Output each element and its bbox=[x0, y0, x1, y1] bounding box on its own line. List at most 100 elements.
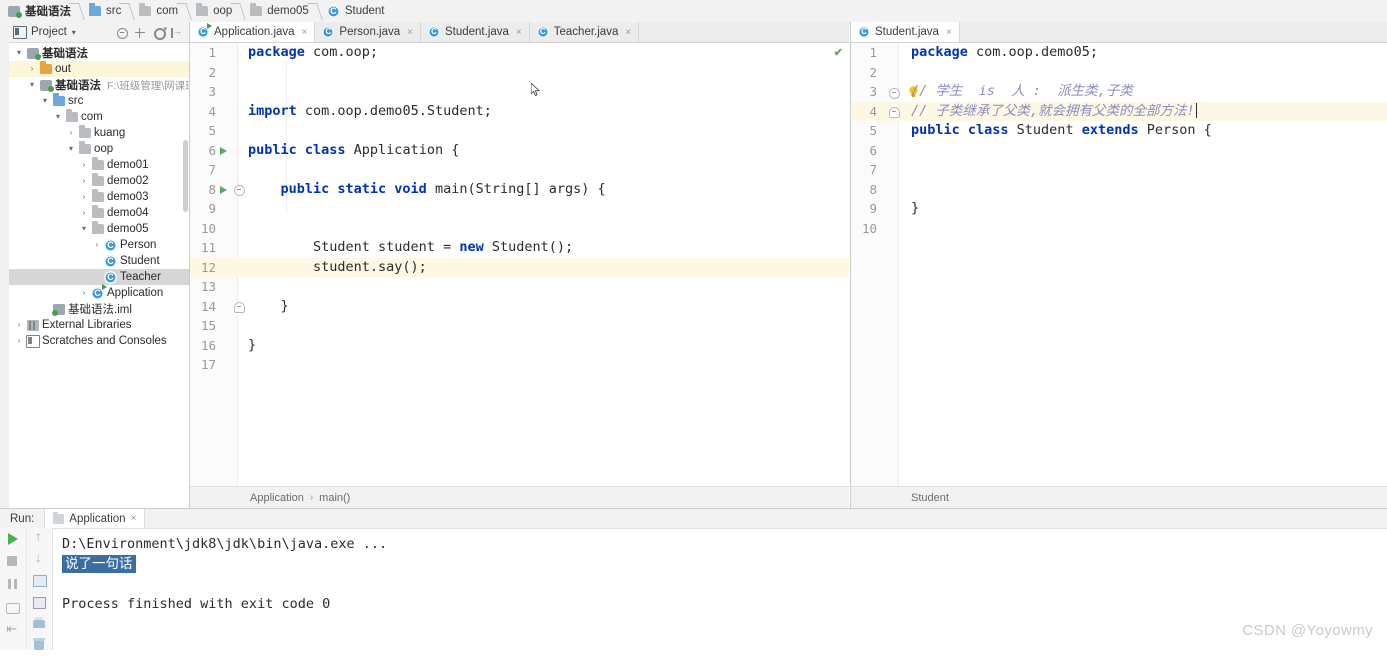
code-area-right[interactable]: 1 package com.oop.demo05; 2 3 // 学生 is 人 : 派… bbox=[851, 43, 1387, 487]
clear-all-icon[interactable] bbox=[32, 637, 47, 651]
tree-item-External Libraries[interactable]: › External Libraries bbox=[9, 317, 189, 333]
chevron-right-icon[interactable]: › bbox=[13, 317, 25, 333]
editor-tab-Application.java[interactable]: Application.java × bbox=[190, 22, 316, 42]
console-output[interactable]: D:\Environment\jdk8\jdk\bin\java.exe ...… bbox=[52, 528, 1387, 656]
breadcrumb-item-src[interactable]: src bbox=[81, 0, 131, 22]
code-line[interactable]: 5 bbox=[190, 121, 849, 141]
code-line[interactable]: 16} bbox=[190, 336, 849, 356]
code-line[interactable]: 2 bbox=[190, 63, 849, 83]
code-line[interactable]: 9} bbox=[851, 199, 1387, 219]
tree-item-demo01[interactable]: › demo01 bbox=[9, 157, 189, 173]
breadcrumb-class[interactable]: Application bbox=[250, 492, 304, 504]
code-line[interactable]: 17 bbox=[190, 355, 849, 375]
code-line[interactable]: 12 student.say(); bbox=[190, 257, 849, 277]
editor-breadcrumb-right[interactable]: Student bbox=[851, 486, 1387, 508]
tree-item-src[interactable]: ▾ src bbox=[9, 93, 189, 109]
chevron-right-icon[interactable]: › bbox=[39, 301, 51, 317]
scroll-up-icon[interactable] bbox=[32, 528, 47, 544]
collapse-all-icon[interactable] bbox=[116, 27, 128, 39]
code-line[interactable]: 9 bbox=[190, 199, 849, 219]
inspection-status-icon[interactable]: ✔ bbox=[834, 46, 843, 59]
close-icon[interactable]: × bbox=[516, 27, 522, 38]
run-toolbar[interactable] bbox=[0, 528, 53, 651]
editor-tab-Student.java[interactable]: Student.java × bbox=[851, 22, 960, 42]
stop-icon[interactable] bbox=[5, 554, 20, 569]
code-line[interactable]: 3 bbox=[190, 82, 849, 102]
chevron-down-icon[interactable]: ▾ bbox=[65, 141, 77, 157]
chevron-down-icon[interactable]: ▾ bbox=[13, 45, 25, 61]
code-area-left[interactable]: 1 package com.oop; 2 3 4 import com.oop.demo0… bbox=[190, 43, 849, 487]
run-gutter-icon[interactable] bbox=[220, 146, 227, 155]
chevron-right-icon[interactable]: › bbox=[91, 237, 103, 253]
tree-item-Student[interactable]: › Student bbox=[9, 253, 189, 269]
tree-item-Scratches and Consoles[interactable]: › Scratches and Consoles bbox=[9, 333, 189, 349]
tree-item-out[interactable]: › out bbox=[9, 61, 189, 77]
tree-item-基础语法[interactable]: ▾ 基础语法 bbox=[9, 45, 189, 61]
hide-panel-icon[interactable] bbox=[170, 26, 182, 38]
breadcrumb-item-Student[interactable]: Student bbox=[319, 0, 395, 22]
chevron-right-icon[interactable]: › bbox=[78, 157, 90, 173]
tree-item-demo05[interactable]: ▾ demo05 bbox=[9, 221, 189, 237]
tree-item-demo02[interactable]: › demo02 bbox=[9, 173, 189, 189]
code-line[interactable]: 1 package com.oop; bbox=[190, 43, 849, 63]
breadcrumb-class-right[interactable]: Student bbox=[911, 492, 949, 504]
tree-item-Teacher[interactable]: ›Teacher bbox=[9, 269, 189, 285]
settings-gear-icon[interactable] bbox=[152, 25, 167, 40]
code-line[interactable]: 13 bbox=[190, 277, 849, 297]
editor-tab-Student.java[interactable]: Student.java × bbox=[421, 22, 530, 42]
code-line[interactable]: 10 bbox=[851, 219, 1387, 239]
tree-scrollbar[interactable] bbox=[183, 140, 188, 212]
code-fold-icon[interactable] bbox=[234, 302, 245, 313]
code-line[interactable]: 4 import com.oop.demo05.Student; bbox=[190, 102, 849, 122]
tree-item-demo03[interactable]: › demo03 bbox=[9, 189, 189, 205]
breadcrumb-method[interactable]: main() bbox=[319, 492, 350, 504]
code-line[interactable]: 4 // 子类继承了父类,就会拥有父类的全部方法! bbox=[851, 101, 1387, 121]
breadcrumb-item-com[interactable]: com bbox=[131, 0, 188, 22]
chevron-down-icon[interactable]: ▾ bbox=[52, 109, 64, 125]
chevron-right-icon[interactable]: › bbox=[78, 285, 90, 301]
code-line[interactable]: 7 bbox=[190, 160, 849, 180]
code-line[interactable]: 10 bbox=[190, 219, 849, 239]
editor-breadcrumb-left[interactable]: Application › main() bbox=[190, 486, 849, 508]
code-line[interactable]: 2 bbox=[851, 63, 1387, 83]
tree-item-oop[interactable]: ▾ oop bbox=[9, 141, 189, 157]
code-line[interactable]: 8 bbox=[851, 180, 1387, 200]
scroll-down-icon[interactable] bbox=[32, 549, 47, 565]
code-fold-icon[interactable] bbox=[889, 87, 900, 99]
close-icon[interactable]: × bbox=[407, 27, 413, 38]
open-in-window-icon[interactable] bbox=[32, 595, 47, 609]
chevron-right-icon[interactable]: › bbox=[78, 173, 90, 189]
editor-tab-bar-right[interactable]: Student.java × bbox=[851, 22, 1387, 43]
project-tree[interactable]: ▾ 基础语法 › out ▾ 基础语法 F:\班级管理\网课班\ ▾ src ▾ com › kuang… bbox=[9, 43, 189, 507]
chevron-down-icon[interactable]: ▾ bbox=[39, 93, 51, 109]
code-line[interactable]: 6 bbox=[851, 141, 1387, 161]
code-line[interactable]: 6 public class Application { bbox=[190, 141, 849, 161]
code-line[interactable]: 7 bbox=[851, 160, 1387, 180]
chevron-right-icon[interactable]: › bbox=[78, 205, 90, 221]
soft-wrap-icon[interactable] bbox=[32, 573, 47, 588]
tree-item-kuang[interactable]: › kuang bbox=[9, 125, 189, 141]
chevron-down-icon[interactable]: ▾ bbox=[78, 221, 90, 237]
code-line[interactable]: 1 package com.oop.demo05; bbox=[851, 43, 1387, 63]
code-line[interactable]: 8 public static void main(String[] args)… bbox=[190, 180, 849, 200]
chevron-right-icon[interactable]: › bbox=[65, 125, 77, 141]
expand-all-icon[interactable] bbox=[134, 27, 145, 38]
breadcrumb-item-demo05[interactable]: demo05 bbox=[242, 0, 319, 22]
code-line[interactable]: 14 } bbox=[190, 297, 849, 317]
rerun-play-icon[interactable] bbox=[5, 531, 20, 546]
exit-icon[interactable] bbox=[5, 621, 20, 638]
tree-item-com[interactable]: ▾ com bbox=[9, 109, 189, 125]
chevron-down-icon[interactable]: ▾ bbox=[26, 77, 38, 93]
code-fold-icon[interactable] bbox=[889, 107, 900, 118]
editor-tab-Teacher.java[interactable]: Teacher.java × bbox=[530, 22, 640, 42]
code-line[interactable]: 5 public class Student extends Person { bbox=[851, 121, 1387, 141]
chevron-right-icon[interactable]: › bbox=[91, 253, 103, 269]
code-line[interactable]: 15 bbox=[190, 316, 849, 336]
editor-tab-Person.java[interactable]: Person.java × bbox=[315, 22, 421, 42]
close-icon[interactable]: × bbox=[131, 513, 137, 524]
tree-item-基础语法.iml[interactable]: › 基础语法.iml bbox=[9, 301, 189, 317]
close-icon[interactable]: × bbox=[625, 27, 631, 38]
close-icon[interactable]: × bbox=[946, 27, 952, 38]
close-icon[interactable]: × bbox=[302, 27, 308, 38]
chevron-right-icon[interactable]: › bbox=[78, 189, 90, 205]
